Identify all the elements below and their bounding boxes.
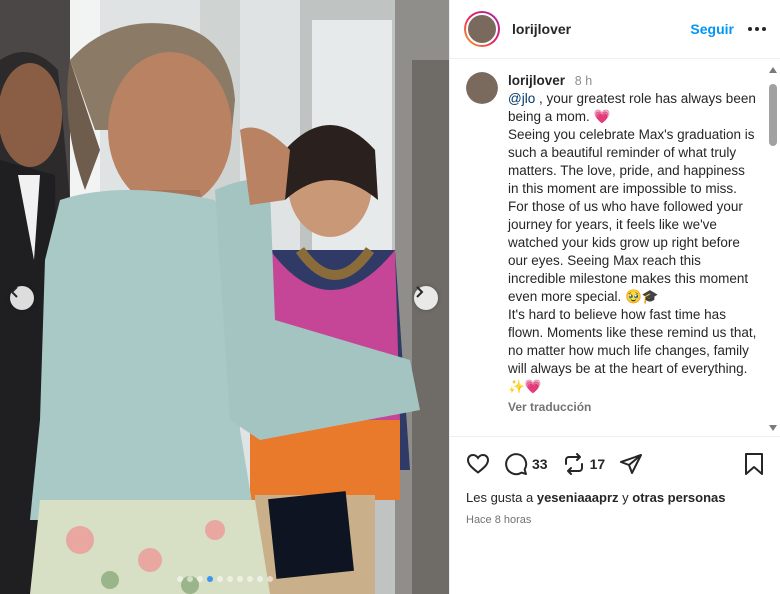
share-button[interactable]	[619, 452, 643, 476]
likes-others-link[interactable]: otras personas	[632, 490, 725, 505]
post-side-panel: lorijlover Seguir lorijlover 8 h @jlo , …	[449, 0, 780, 594]
carousel-dot	[226, 576, 233, 582]
send-icon	[620, 454, 643, 474]
post-actions-section: 33 17 Les gusta a yeseniaaaprz y otras p…	[450, 436, 780, 526]
follow-button[interactable]: Seguir	[690, 21, 734, 37]
caption-time: 8 h	[574, 74, 593, 88]
caption-line-1: , your greatest role has always been bei…	[508, 91, 756, 124]
comment-icon	[505, 453, 528, 476]
caption-area: lorijlover 8 h @jlo , your greatest role…	[450, 60, 768, 435]
author-username[interactable]: lorijlover	[512, 21, 690, 37]
caption-avatar[interactable]	[466, 72, 498, 104]
scroll-up-icon[interactable]	[768, 66, 778, 74]
carousel-dot	[236, 576, 243, 582]
scroll-down-icon[interactable]	[768, 424, 778, 432]
like-button[interactable]	[466, 452, 490, 476]
carousel-dot	[196, 576, 203, 582]
carousel-dot	[176, 576, 183, 582]
post-timestamp[interactable]: Hace 8 horas	[466, 514, 765, 526]
chevron-left-icon	[10, 286, 18, 298]
caption-line-3: For those of us who have followed your j…	[508, 199, 749, 304]
post-photo[interactable]	[0, 0, 449, 594]
likes-prefix: Les gusta a	[466, 490, 534, 505]
post-header: lorijlover Seguir	[450, 0, 780, 59]
bookmark-icon	[745, 453, 763, 475]
likes-summary: Les gusta a yeseniaaaprz y otras persona…	[466, 490, 765, 505]
comment-count: 33	[532, 456, 548, 472]
caption-line-4: It's hard to believe how fast time has f…	[508, 307, 757, 394]
carousel-dot	[206, 576, 213, 582]
caption-scrollbar[interactable]	[766, 66, 780, 432]
author-avatar[interactable]	[464, 11, 500, 47]
likes-user-link[interactable]: yeseniaaaprz	[537, 490, 619, 505]
caption-username[interactable]: lorijlover	[508, 73, 565, 88]
photo-illustration	[0, 0, 449, 594]
carousel-dot	[266, 576, 273, 582]
repost-button[interactable]: 17	[562, 452, 606, 476]
carousel-dot	[186, 576, 193, 582]
carousel-next-button[interactable]	[414, 286, 438, 310]
carousel-prev-button[interactable]	[10, 286, 34, 310]
caption-line-2: Seeing you celebrate Max's graduation is…	[508, 127, 755, 196]
heart-icon	[466, 453, 490, 474]
comment-button[interactable]: 33	[504, 452, 548, 476]
more-options-icon[interactable]	[748, 23, 766, 35]
see-translation-link[interactable]: Ver traducción	[508, 398, 758, 416]
carousel-dot	[246, 576, 253, 582]
carousel-dot	[256, 576, 263, 582]
carousel-dots	[0, 576, 449, 582]
save-button[interactable]	[743, 452, 765, 476]
scrollbar-thumb[interactable]	[769, 84, 777, 146]
repost-count: 17	[589, 456, 606, 472]
repost-icon	[564, 453, 583, 475]
action-bar: 33 17	[466, 449, 765, 479]
likes-joiner: y	[622, 490, 629, 505]
carousel-dot	[216, 576, 223, 582]
chevron-right-icon	[416, 286, 424, 298]
mention-link[interactable]: @jlo	[508, 91, 535, 106]
